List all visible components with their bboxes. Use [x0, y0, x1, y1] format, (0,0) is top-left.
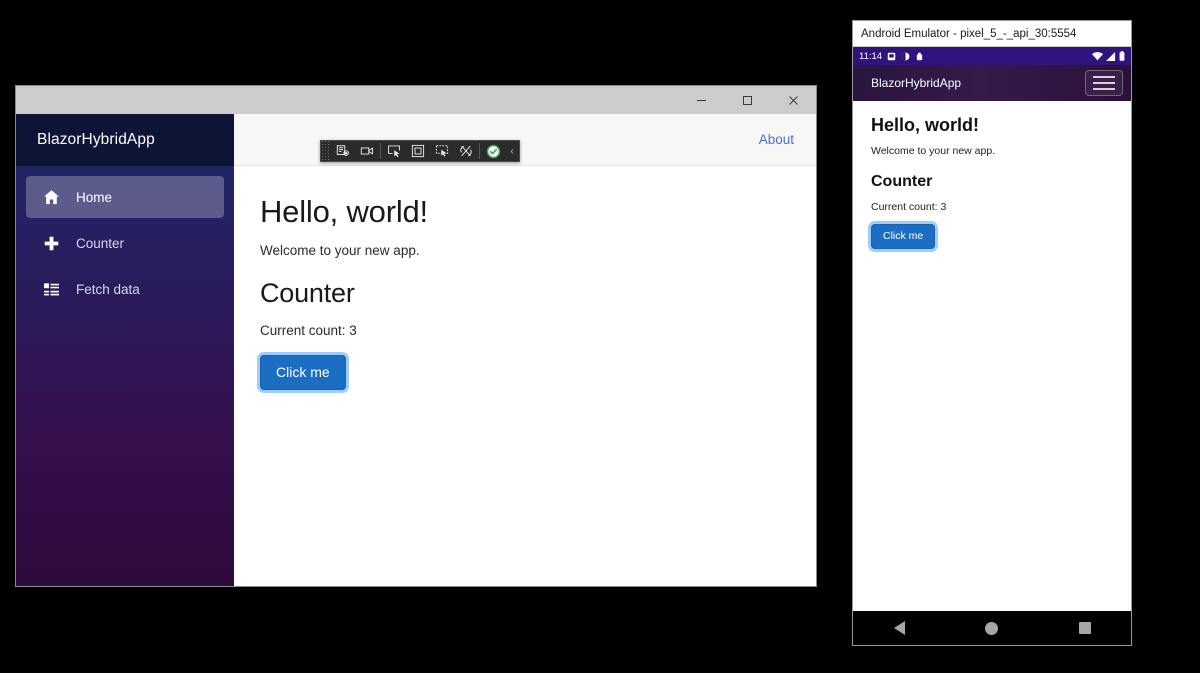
sidebar-item-label: Counter [76, 236, 124, 251]
about-link[interactable]: About [759, 132, 794, 147]
emulator-title: Android Emulator - pixel_5_-_api_30:5554 [861, 28, 1076, 40]
visual-studio-debug-toolbar[interactable]: ‹ [320, 140, 520, 162]
page-lead: Welcome to your new app. [260, 243, 790, 258]
current-count-text: Current count: 3 [260, 323, 790, 338]
android-current-count-text: Current count: 3 [871, 201, 1113, 213]
top-row: About [234, 114, 816, 166]
android-back-button[interactable] [879, 611, 919, 645]
android-emulator-window: Android Emulator - pixel_5_-_api_30:5554… [852, 20, 1132, 646]
sidebar: BlazorHybridApp Home Counter [16, 114, 234, 586]
android-navigation-bar [853, 611, 1131, 645]
window-maximize-button[interactable] [724, 86, 770, 114]
counter-heading: Counter [260, 278, 790, 309]
android-brand-label: BlazorHybridApp [871, 76, 961, 90]
recents-square-icon [1079, 622, 1091, 634]
home-circle-icon [985, 622, 998, 635]
android-recents-button[interactable] [1065, 611, 1105, 645]
bug-icon [915, 52, 924, 61]
android-page-lead: Welcome to your new app. [871, 145, 1113, 157]
android-click-me-button[interactable]: Click me [871, 224, 935, 249]
android-status-bar: 11:14 [853, 47, 1131, 65]
android-app-bar: BlazorHybridApp [853, 65, 1131, 101]
screen-root: BlazorHybridApp Home Counter [0, 0, 1200, 673]
toolbar-separator [380, 143, 381, 159]
wifi-icon [1092, 52, 1103, 61]
android-page-title: Hello, world! [871, 115, 1113, 136]
toolbar-collapse-icon[interactable]: ‹ [505, 146, 519, 157]
android-page-content: Hello, world! Welcome to your new app. C… [853, 101, 1131, 611]
window-titlebar[interactable] [16, 86, 816, 114]
back-icon [894, 621, 905, 635]
window-close-button[interactable] [770, 86, 816, 114]
sidebar-item-fetch-data[interactable]: Fetch data [26, 268, 224, 310]
emulator-titlebar[interactable]: Android Emulator - pixel_5_-_api_30:5554 [853, 21, 1131, 47]
page-content: Hello, world! Welcome to your new app. C… [234, 166, 816, 586]
desktop-app-window: BlazorHybridApp Home Counter [16, 86, 816, 586]
main-column: About [234, 114, 816, 586]
list-icon [38, 281, 64, 298]
select-element-icon[interactable] [382, 141, 406, 161]
android-home-button[interactable] [972, 611, 1012, 645]
sidebar-brand-label: BlazorHybridApp [37, 131, 155, 149]
click-me-button[interactable]: Click me [260, 355, 346, 390]
go-to-live-visual-tree-icon[interactable] [331, 141, 355, 161]
page-title: Hello, world! [260, 194, 790, 230]
signal-icon [1106, 52, 1116, 61]
plus-icon [38, 235, 64, 252]
window-minimize-button[interactable] [678, 86, 724, 114]
status-bar-clock: 11:14 [859, 51, 882, 62]
hot-reload-icon[interactable] [454, 141, 478, 161]
sidebar-item-counter[interactable]: Counter [26, 222, 224, 264]
sidebar-nav-list: Home Counter [16, 166, 234, 314]
android-counter-heading: Counter [871, 173, 1113, 191]
track-focused-element-icon[interactable] [430, 141, 454, 161]
sidebar-brand[interactable]: BlazorHybridApp [16, 114, 234, 166]
window-body: BlazorHybridApp Home Counter [16, 114, 816, 586]
display-layout-adorner-icon[interactable] [406, 141, 430, 161]
battery-icon [1119, 51, 1125, 61]
toolbar-drag-handle[interactable] [321, 140, 329, 162]
toolbar-separator [479, 143, 480, 159]
sidebar-item-label: Fetch data [76, 282, 140, 297]
sidebar-item-label: Home [76, 190, 112, 205]
status-bar-left: 11:14 [859, 51, 924, 62]
sim-card-icon [887, 52, 896, 61]
home-icon [38, 189, 64, 206]
screencast-icon[interactable] [355, 141, 379, 161]
sidebar-item-home[interactable]: Home [26, 176, 224, 218]
status-bar-right [1092, 51, 1125, 61]
hamburger-icon[interactable] [1085, 70, 1123, 96]
do-not-disturb-icon [901, 52, 910, 61]
status-ok-icon[interactable] [481, 141, 505, 161]
